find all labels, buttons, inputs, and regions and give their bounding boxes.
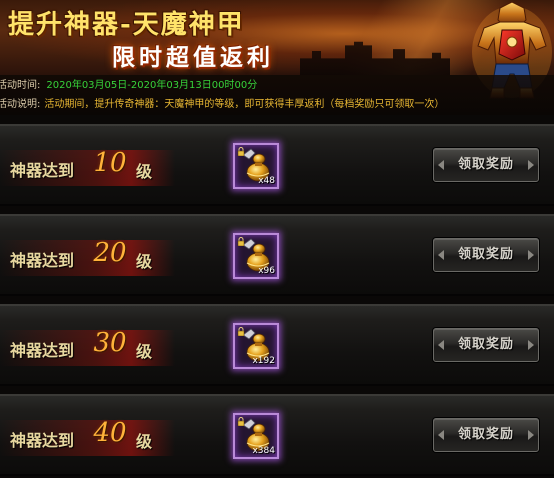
event-time-label: 活动时间: — [0, 80, 41, 91]
lock-icon — [237, 327, 245, 336]
level-prefix: 神器达到 — [10, 431, 75, 450]
event-time-value: 2020年03月05日-2020年03月13日00时00分 — [46, 80, 258, 91]
event-desc-value: 活动期间，提升传奇神器：天魔神甲的等级，即可获得丰厚返利（每档奖励只可领取一次） — [44, 99, 445, 110]
item-count: x192 — [252, 356, 275, 366]
lock-icon — [237, 237, 245, 246]
level-number: 40 — [93, 418, 127, 448]
event-desc-row: 活动说明: 活动期间，提升传奇神器：天魔神甲的等级，即可获得丰厚返利（每档奖励只可… — [0, 95, 444, 114]
claim-reward-button[interactable]: 领取奖励 — [433, 418, 539, 452]
reward-row: 神器达到 40 级 x384 领取奖励 — [0, 394, 554, 476]
level-unit: 级 — [136, 252, 153, 271]
claim-reward-button[interactable]: 领取奖励 — [433, 148, 539, 182]
reward-item-slot[interactable]: x192 — [233, 323, 279, 369]
level-number: 30 — [93, 328, 127, 358]
item-count: x384 — [252, 446, 275, 456]
claim-reward-button[interactable]: 领取奖励 — [433, 238, 539, 272]
level-prefix: 神器达到 — [10, 341, 75, 360]
level-prefix: 神器达到 — [10, 251, 75, 270]
level-unit: 级 — [136, 342, 153, 361]
level-unit: 级 — [136, 432, 153, 451]
claim-reward-button[interactable]: 领取奖励 — [433, 328, 539, 362]
reward-item-slot[interactable]: x96 — [233, 233, 279, 279]
reward-row: 神器达到 20 级 x96 领取奖励 — [0, 214, 554, 296]
level-unit: 级 — [136, 162, 153, 181]
banner-title: 提升神器-天魔神甲 — [8, 10, 245, 40]
event-info: 活动时间: 2020年03月05日-2020年03月13日00时00分 活动说明:… — [0, 75, 554, 115]
item-count: x96 — [258, 266, 275, 276]
lock-icon — [237, 417, 245, 426]
level-prefix: 神器达到 — [10, 161, 75, 180]
level-number: 20 — [93, 238, 127, 268]
item-count: x48 — [258, 176, 275, 186]
reward-item-slot[interactable]: x48 — [233, 143, 279, 189]
banner-subtitle: 限时超值返利 — [112, 44, 274, 71]
event-desc-label: 活动说明: — [0, 99, 41, 110]
level-number: 10 — [93, 148, 127, 178]
event-time-row: 活动时间: 2020年03月05日-2020年03月13日00时00分 — [0, 76, 257, 95]
reward-row: 神器达到 10 级 x48 领取奖励 — [0, 124, 554, 206]
lock-icon — [237, 147, 245, 156]
reward-row: 神器达到 30 级 x192 领取奖励 — [0, 304, 554, 386]
reward-item-slot[interactable]: x384 — [233, 413, 279, 459]
